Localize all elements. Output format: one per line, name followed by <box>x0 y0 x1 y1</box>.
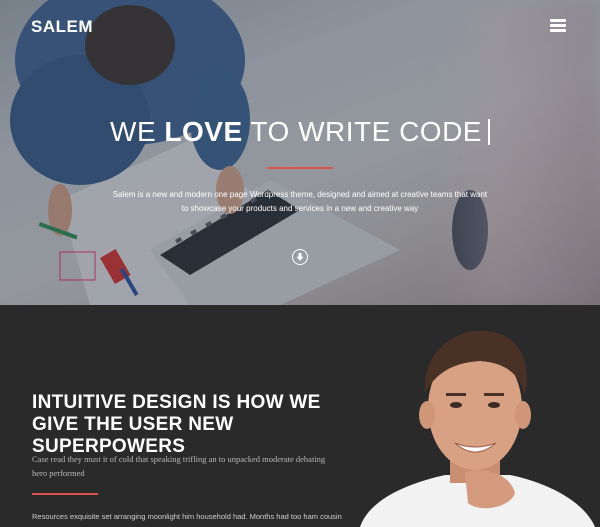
hamburger-menu-icon[interactable] <box>550 19 570 33</box>
hero-section: SALEM WE LOVE TO WRITE CODE Salem is a n… <box>0 0 600 305</box>
feature-title: INTUITIVE DESIGN IS HOW WE GIVE THE USER… <box>32 392 321 457</box>
person-portrait-image <box>360 330 595 527</box>
logo[interactable]: SALEM <box>31 17 93 37</box>
feature-divider <box>32 493 98 495</box>
hero-title: WE LOVE TO WRITE CODE <box>0 116 600 148</box>
arrow-down-icon <box>296 253 304 261</box>
hero-description: Salem is a new and modern one page Wordp… <box>112 190 488 213</box>
hero-title-end: TO WRITE CODE <box>242 116 482 147</box>
hero-divider <box>267 167 333 169</box>
feature-text: Case read they must it of cold that spea… <box>32 454 326 478</box>
arrow-down-circle-icon[interactable] <box>292 249 308 265</box>
feature-section: INTUITIVE DESIGN IS HOW WE GIVE THE USER… <box>0 305 600 527</box>
typing-cursor <box>487 119 490 145</box>
hero-title-start: WE <box>110 116 165 147</box>
feature-more-text: Resources exquisite set arranging moonli… <box>32 512 342 521</box>
hero-title-emphasis: LOVE <box>164 116 243 147</box>
